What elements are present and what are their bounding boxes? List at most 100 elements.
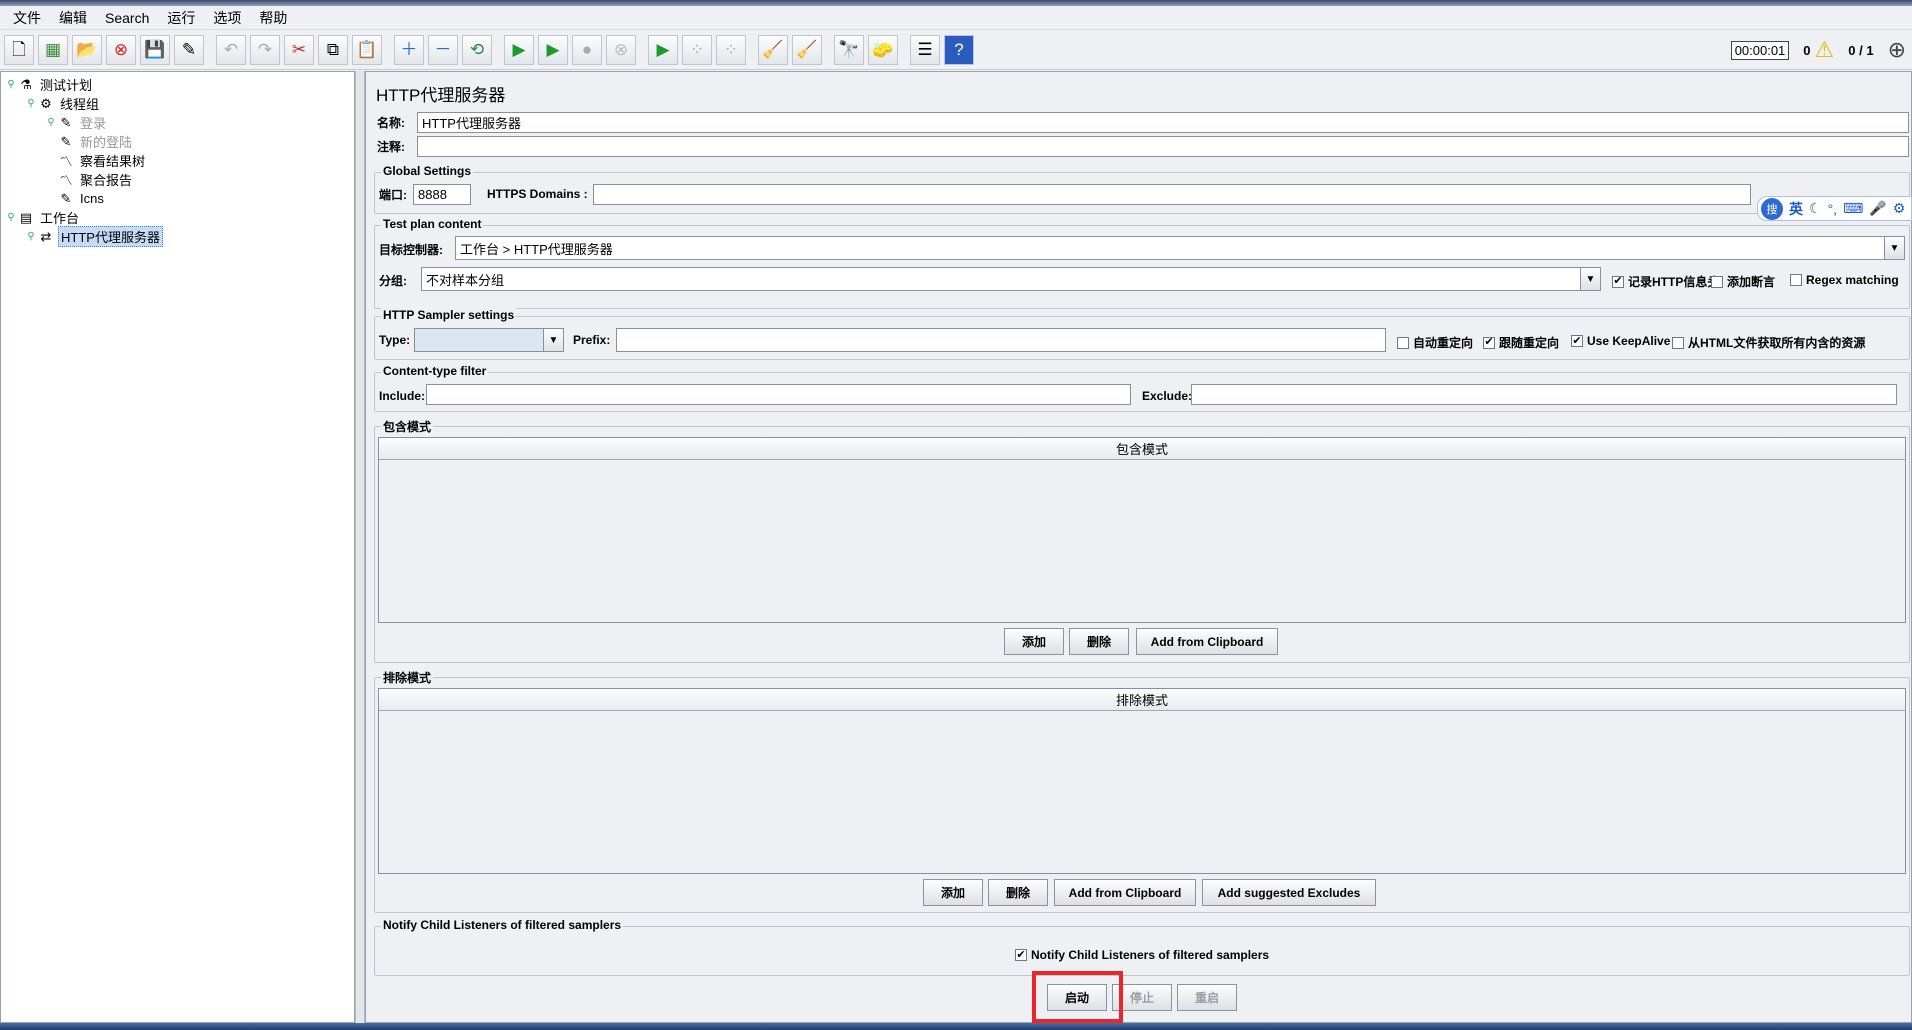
remote-stop-icon[interactable]: ⁘: [682, 34, 712, 65]
tree-node-label[interactable]: 测试计划: [38, 75, 94, 94]
keyboard-icon[interactable]: ⌨: [1843, 200, 1863, 217]
shutdown-icon[interactable]: ⊗: [606, 34, 636, 65]
chevron-down-icon[interactable]: ▼: [1884, 237, 1904, 259]
menu-search[interactable]: Search: [96, 10, 158, 26]
tree-node[interactable]: ⚲ ⚗ 测试计划: [1, 75, 354, 94]
tree-expander-icon[interactable]: ⚲: [5, 79, 17, 90]
tree-node-label[interactable]: 线程组: [58, 94, 101, 113]
collapse-all-icon[interactable]: －: [428, 34, 458, 65]
menu-file[interactable]: 文件: [4, 8, 50, 28]
include-patterns-column-header[interactable]: 包含模式: [379, 438, 1905, 460]
target-controller-select[interactable]: 工作台 > HTTP代理服务器 ▼: [455, 236, 1905, 260]
cut-icon[interactable]: ✂: [284, 34, 314, 65]
tree-node-label[interactable]: 聚合报告: [78, 170, 134, 189]
type-select[interactable]: ▼: [414, 328, 564, 352]
moon-icon[interactable]: ☾: [1809, 200, 1822, 217]
checkbox-box[interactable]: [1672, 336, 1684, 349]
paste-icon[interactable]: 📋: [352, 34, 382, 65]
clear-icon[interactable]: 🧹: [758, 34, 788, 65]
tree-node-label[interactable]: 新的登陆: [78, 132, 134, 151]
remote-start-icon[interactable]: ▶: [648, 34, 678, 65]
capture-headers-checkbox[interactable]: ✔ 记录HTTP信息头: [1612, 273, 1719, 290]
checkbox-box[interactable]: ✔: [1571, 335, 1583, 347]
exclude-delete-button[interactable]: 删除: [988, 879, 1048, 906]
menu-run[interactable]: 运行: [158, 8, 204, 28]
add-suggested-excludes-button[interactable]: Add suggested Excludes: [1202, 879, 1376, 906]
pane-splitter[interactable]: [355, 71, 365, 1023]
help-icon[interactable]: ?: [944, 34, 974, 65]
tree-node[interactable]: ✎ 新的登陆: [1, 132, 354, 151]
exclude-patterns-column-header[interactable]: 排除模式: [379, 689, 1905, 711]
checkbox-box[interactable]: [1397, 336, 1409, 349]
ime-logo[interactable]: 搜: [1761, 197, 1783, 220]
menu-edit[interactable]: 编辑: [50, 8, 96, 28]
auto-redirect-checkbox[interactable]: 自动重定向: [1397, 334, 1473, 351]
checkbox-box[interactable]: ✔: [1612, 275, 1624, 288]
tree-expander-icon[interactable]: ⚲: [45, 117, 57, 128]
tree-node[interactable]: ⚲ ▤ 工作台: [1, 208, 354, 227]
tree-expander-icon[interactable]: ⚲: [25, 98, 37, 109]
ime-language-toggle[interactable]: 英: [1789, 199, 1803, 219]
name-field[interactable]: HTTP代理服务器: [417, 111, 1909, 133]
include-patterns-table[interactable]: 包含模式: [378, 437, 1906, 623]
add-assertions-checkbox[interactable]: 添加断言: [1711, 273, 1775, 290]
start-no-pause-icon[interactable]: ▶: [538, 34, 568, 65]
remote-shutdown-icon[interactable]: ⁘: [716, 34, 746, 65]
exclude-add-button[interactable]: 添加: [923, 879, 983, 906]
embedded-resources-checkbox[interactable]: 从HTML文件获取所有内含的资源: [1672, 334, 1865, 351]
notify-listeners-checkbox[interactable]: ✔ Notify Child Listeners of filtered sam…: [1015, 948, 1269, 962]
tree-node[interactable]: 〽察看结果树: [1, 151, 354, 170]
tree-node[interactable]: 〽聚合报告: [1, 170, 354, 189]
port-field[interactable]: 8888: [413, 183, 471, 205]
templates-icon[interactable]: ▦: [38, 34, 68, 65]
tree-node[interactable]: ⚲ ✎ 登录: [1, 113, 354, 132]
tree-node[interactable]: ⚲ ⇄ HTTP代理服务器: [1, 226, 354, 247]
include-field[interactable]: [426, 384, 1131, 405]
toggle-icon[interactable]: ⟲: [462, 34, 492, 65]
new-file-icon[interactable]: 🗋: [4, 34, 34, 65]
close-file-icon[interactable]: ⊗: [106, 34, 136, 65]
ime-toolbar[interactable]: 搜 英 ☾ °, ⌨ 🎤 ⚙: [1757, 196, 1912, 221]
tree-node[interactable]: ✎ Icns: [1, 189, 354, 208]
restart-button[interactable]: 重启: [1177, 984, 1237, 1011]
follow-redirects-checkbox[interactable]: ✔ 跟随重定向: [1483, 334, 1559, 351]
tree-node-label[interactable]: Icns: [78, 191, 106, 206]
tree-expander-icon[interactable]: ⚲: [25, 231, 37, 242]
tree-node-label[interactable]: 登录: [78, 113, 108, 132]
tree-node-label[interactable]: 工作台: [38, 208, 81, 227]
include-delete-button[interactable]: 删除: [1069, 628, 1129, 655]
prefix-field[interactable]: [616, 328, 1386, 352]
search-icon[interactable]: 🔭: [834, 34, 864, 65]
redo-icon[interactable]: ↷: [250, 34, 280, 65]
grouping-select[interactable]: 不对样本分组 ▼: [421, 267, 1601, 291]
chevron-down-icon[interactable]: ▼: [1580, 268, 1600, 290]
include-add-from-clipboard-button[interactable]: Add from Clipboard: [1136, 628, 1278, 655]
stop-icon[interactable]: ●: [572, 34, 602, 65]
warning-icon[interactable]: ⚠: [1815, 39, 1835, 61]
menu-options[interactable]: 选项: [204, 8, 250, 28]
copy-icon[interactable]: ⧉: [318, 34, 348, 65]
checkbox-box[interactable]: [1711, 275, 1723, 288]
expand-all-icon[interactable]: ＋: [394, 34, 424, 65]
tree-node-label[interactable]: 察看结果树: [78, 151, 147, 170]
reset-search-icon[interactable]: 🧽: [868, 34, 898, 65]
exclude-field[interactable]: [1191, 384, 1897, 405]
gear-icon[interactable]: ⚙: [1893, 200, 1906, 217]
open-folder-icon[interactable]: 📂: [72, 34, 102, 65]
regex-matching-checkbox[interactable]: Regex matching: [1790, 273, 1899, 287]
menu-help[interactable]: 帮助: [250, 8, 296, 28]
tree-node-label[interactable]: HTTP代理服务器: [58, 226, 163, 247]
include-add-button[interactable]: 添加: [1004, 628, 1064, 655]
start-icon[interactable]: ▶: [504, 34, 534, 65]
keepalive-checkbox[interactable]: ✔ Use KeepAlive: [1571, 334, 1670, 348]
save-icon[interactable]: 💾: [140, 34, 170, 65]
comment-field[interactable]: [417, 135, 1909, 157]
exclude-add-from-clipboard-button[interactable]: Add from Clipboard: [1054, 879, 1196, 906]
function-helper-icon[interactable]: ☰: [910, 34, 940, 65]
tree-expander-icon[interactable]: ⚲: [5, 212, 17, 223]
globe-icon[interactable]: ⊕: [1888, 37, 1906, 63]
microphone-icon[interactable]: 🎤: [1869, 200, 1886, 217]
checkbox-box[interactable]: ✔: [1483, 336, 1495, 349]
checkbox-box[interactable]: ✔: [1015, 949, 1027, 961]
exclude-patterns-table[interactable]: 排除模式: [378, 688, 1906, 874]
